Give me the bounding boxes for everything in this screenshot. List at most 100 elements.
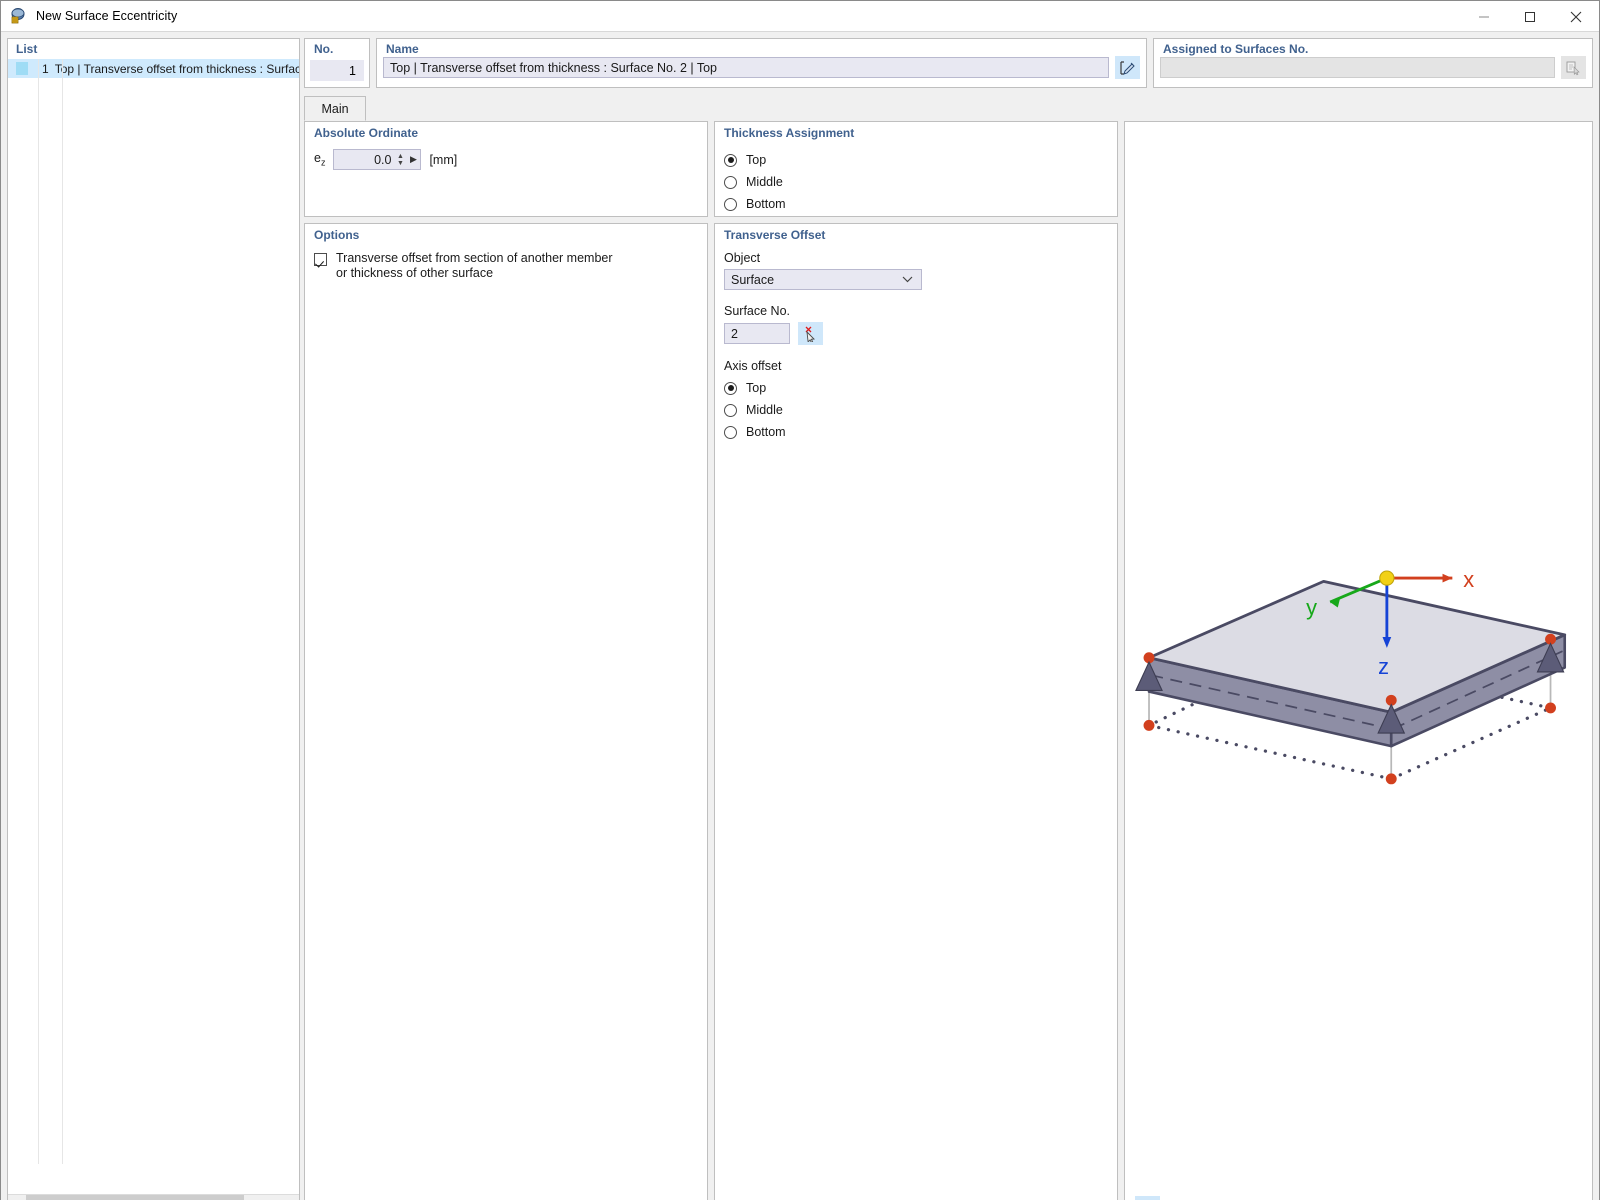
ez-field-row: ez 0.0 ▲ ▼ ▶ [mm] (314, 149, 698, 170)
transverse-offset-checkbox-label: Transverse offset from section of anothe… (336, 251, 613, 280)
transverse-offset-body: Object Surface Surface No. 2 Axis offset… (715, 251, 1117, 451)
object-select-value: Surface (731, 272, 775, 287)
right-column: x y z (1124, 121, 1593, 1200)
list-rows: 1 Top | Transverse offset from thickness… (8, 59, 299, 1194)
thickness-radio-top[interactable] (724, 153, 737, 167)
thickness-radio-middle[interactable] (724, 175, 737, 189)
ez-spinner-arrows[interactable]: ▲ ▼ (394, 150, 406, 169)
list-item-label: Top | Transverse offset from thickness :… (54, 61, 299, 76)
assigned-surfaces-label: Assigned to Surfaces No. (1163, 42, 1309, 56)
absolute-ordinate-title: Absolute Ordinate (314, 126, 419, 140)
thickness-label-middle: Middle (746, 175, 783, 189)
ez-spinner[interactable]: 0.0 ▲ ▼ ▶ (333, 149, 422, 170)
options-body: Transverse offset from section of anothe… (305, 251, 707, 289)
pick-object-icon[interactable] (798, 322, 823, 345)
options-title: Options (314, 228, 360, 242)
options-panel: Options Transverse offset from section o… (304, 223, 708, 1200)
model-3d-graphic: x y z (1135, 567, 1567, 785)
middle-column: Thickness Assignment Top Middle Bottom T… (714, 121, 1118, 1200)
surface-no-input[interactable]: 2 (724, 323, 790, 344)
number-group: No. 1 (304, 38, 370, 88)
object-select[interactable]: Surface (724, 269, 922, 290)
absolute-ordinate-body: ez 0.0 ▲ ▼ ▶ [mm] (305, 149, 707, 178)
axis-offset-radio-middle[interactable] (724, 403, 737, 417)
transverse-offset-checkbox[interactable] (314, 253, 327, 266)
name-input[interactable]: Top | Transverse offset from thickness :… (383, 57, 1109, 78)
name-label: Name (386, 42, 419, 56)
ez-label: ez (314, 151, 326, 168)
axis-offset-radio-top[interactable] (724, 381, 737, 395)
dialog-body: List 1 Top | Transverse offset from thic… (1, 32, 1599, 1200)
axis-label-z: z (1378, 654, 1389, 679)
minimize-button[interactable] (1461, 1, 1507, 32)
number-label: No. (314, 42, 334, 56)
spinner-up-arrow[interactable]: ▲ (397, 153, 404, 160)
surface-no-label: Surface No. (724, 304, 791, 318)
list-horizontal-scrollbar[interactable]: ‹ › (8, 1194, 299, 1200)
axis-offset-label: Axis offset (724, 359, 782, 373)
surface-eccentricity-icon (10, 7, 28, 25)
name-group: Name Top | Transverse offset from thickn… (376, 38, 1147, 88)
tab-bar: Main (304, 96, 1593, 121)
model-viewport[interactable]: x y z (1124, 121, 1593, 1200)
axis-label-x: x (1463, 567, 1474, 592)
thickness-assignment-title: Thickness Assignment (724, 126, 855, 140)
ez-more-arrow[interactable]: ▶ (406, 154, 420, 165)
ez-value[interactable]: 0.0 (334, 153, 394, 167)
transverse-offset-panel: Transverse Offset Object Surface Surface… (714, 223, 1118, 1200)
axis-offset-option-bottom[interactable]: Bottom (724, 421, 1108, 443)
chevron-down-icon (902, 275, 913, 285)
axis-offset-option-top[interactable]: Top (724, 377, 1108, 399)
thickness-assignment-panel: Thickness Assignment Top Middle Bottom (714, 121, 1118, 217)
axis-offset-label-bottom: Bottom (746, 425, 786, 439)
panels-area: Absolute Ordinate ez 0.0 ▲ ▼ ▶ [mm] Opti… (304, 121, 1593, 1200)
view-settings-icon[interactable] (1135, 1196, 1160, 1200)
left-column: Absolute Ordinate ez 0.0 ▲ ▼ ▶ [mm] Opti… (304, 121, 708, 1200)
window-controls (1461, 1, 1599, 32)
list-column-divider-2 (62, 59, 63, 1165)
window-title: New Surface Eccentricity (36, 9, 178, 23)
list-column-divider-1 (38, 59, 39, 1165)
thickness-option-bottom[interactable]: Bottom (724, 193, 1108, 215)
spinner-down-arrow[interactable]: ▼ (397, 160, 404, 167)
assigned-surfaces-input[interactable] (1160, 57, 1555, 78)
number-value[interactable]: 1 (310, 60, 364, 81)
surface-no-row: 2 (724, 322, 1108, 345)
name-row: Top | Transverse offset from thickness :… (377, 56, 1146, 79)
axis-offset-label-middle: Middle (746, 403, 783, 417)
scrollbar-thumb[interactable] (26, 1194, 244, 1200)
scroll-right-arrow[interactable]: › (281, 1194, 299, 1200)
title-bar: New Surface Eccentricity (1, 1, 1599, 32)
tab-main[interactable]: Main (304, 96, 366, 121)
thickness-assignment-body: Top Middle Bottom (715, 149, 1117, 223)
list-item-color-swatch (16, 62, 29, 75)
thickness-option-middle[interactable]: Middle (724, 171, 1108, 193)
absolute-ordinate-panel: Absolute Ordinate ez 0.0 ▲ ▼ ▶ [mm] (304, 121, 708, 217)
list-header: List (16, 42, 38, 56)
axis-offset-radio-bottom[interactable] (724, 425, 737, 439)
thickness-label-bottom: Bottom (746, 197, 786, 211)
assigned-surfaces-group: Assigned to Surfaces No. (1153, 38, 1593, 88)
assigned-surfaces-row (1154, 56, 1592, 79)
ez-unit: [mm] (429, 152, 458, 167)
left-panel: List 1 Top | Transverse offset from thic… (1, 32, 304, 1200)
scroll-left-arrow[interactable]: ‹ (8, 1194, 26, 1200)
object-list-box: List 1 Top | Transverse offset from thic… (7, 38, 300, 1200)
thickness-option-top[interactable]: Top (724, 149, 1108, 171)
close-button[interactable] (1553, 1, 1599, 32)
axis-offset-label-top: Top (746, 381, 767, 395)
transverse-offset-checkbox-row[interactable]: Transverse offset from section of anothe… (314, 251, 698, 281)
list-item[interactable]: 1 Top | Transverse offset from thickness… (8, 59, 299, 78)
edit-pencil-icon[interactable] (1115, 56, 1140, 79)
tab-main-label: Main (321, 101, 349, 116)
thickness-label-top: Top (746, 153, 767, 167)
pick-surfaces-icon[interactable] (1561, 56, 1586, 79)
maximize-button[interactable] (1507, 1, 1553, 32)
scrollbar-track[interactable] (26, 1194, 281, 1200)
axis-offset-option-middle[interactable]: Middle (724, 399, 1108, 421)
thickness-radio-bottom[interactable] (724, 197, 737, 211)
dialog-window: New Surface Eccentricity List 1 Top | Tr… (0, 0, 1600, 1200)
transverse-offset-title: Transverse Offset (724, 228, 826, 242)
